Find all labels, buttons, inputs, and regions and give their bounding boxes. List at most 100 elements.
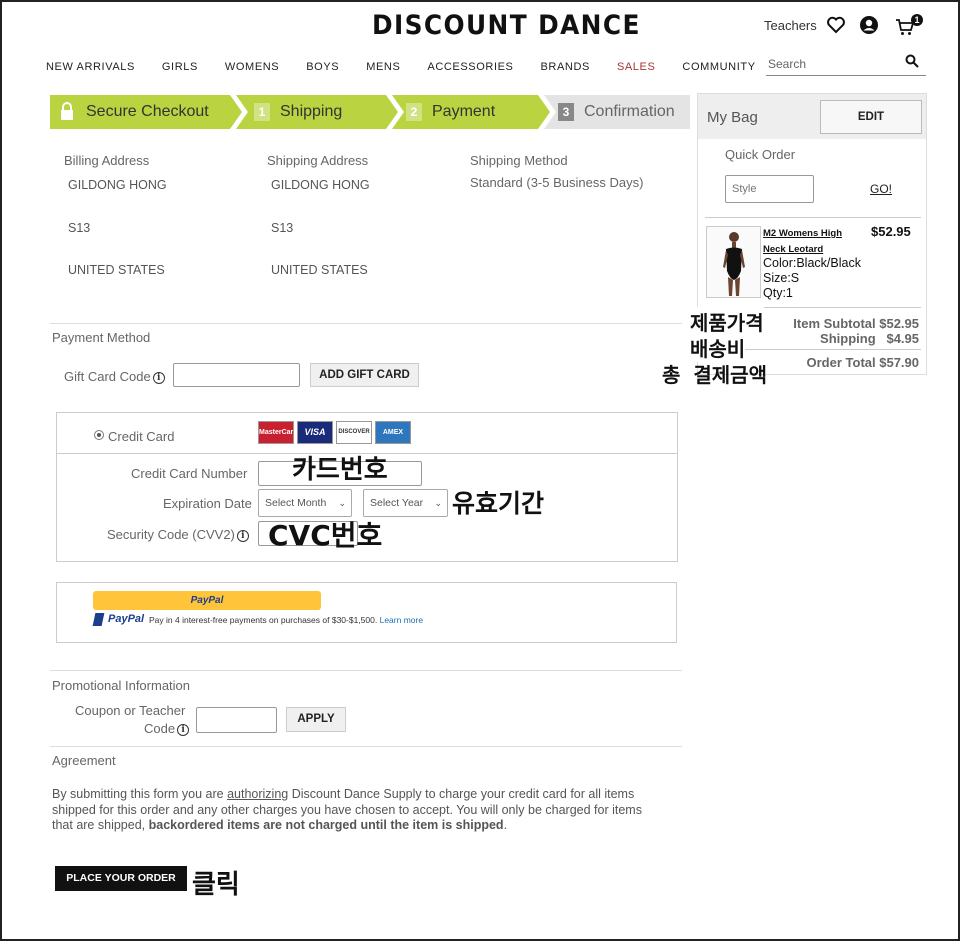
credit-card-label: Credit Card (108, 429, 175, 444)
nav-girls[interactable]: GIRLS (162, 61, 198, 73)
nav-new-arrivals[interactable]: NEW ARRIVALS (46, 61, 135, 73)
amex-logo: AMEX (375, 421, 411, 444)
agreement-text-end: . (503, 818, 508, 832)
quick-order-label: Quick Order (725, 147, 796, 162)
apply-button[interactable]: APPLY (286, 707, 346, 732)
product-qty: Qty:1 (763, 286, 793, 300)
credit-card-radio[interactable] (94, 430, 104, 440)
annotation-shipping-fee: 배송비 (690, 333, 746, 362)
annotation-product-price: 제품가격 (690, 307, 764, 336)
expiration-label: Expiration Date (163, 496, 252, 511)
agreement-bold-text: backordered items are not charged until … (148, 818, 504, 832)
go-button[interactable]: GO! (870, 182, 892, 196)
agreement-text: By submitting this form you are authoriz… (52, 787, 664, 834)
style-input[interactable] (725, 175, 814, 203)
step-label: Confirmation (584, 103, 675, 120)
coupon-label-line2: Code i (144, 721, 190, 736)
authorizing-link[interactable]: authorizing (227, 787, 288, 801)
step-confirmation: 3 Confirmation (558, 95, 675, 129)
search-icon[interactable] (905, 54, 919, 68)
item-subtotal: Item Subtotal $52.95 (793, 316, 919, 331)
agreement-heading: Agreement (52, 753, 116, 768)
site-logo[interactable]: DISCOUNT DANCE (372, 10, 641, 41)
product-name-line1: M2 Womens High (763, 228, 842, 239)
product-thumbnail[interactable] (706, 226, 761, 298)
card-number-label: Credit Card Number (131, 466, 248, 481)
shipping-line: S13 (271, 221, 294, 235)
annotation-expiry: 유효기간 (452, 489, 545, 518)
step-secure-checkout: Secure Checkout (86, 95, 209, 129)
agreement-text-1: By submitting this form you are (52, 787, 228, 801)
annotation-card-number: 카드번호 (292, 455, 388, 485)
divider (705, 217, 921, 218)
shipping-name: GILDONG HONG (271, 178, 370, 192)
paypal-learn-more-link[interactable]: Learn more (380, 615, 423, 625)
nav-womens[interactable]: WOMENS (225, 61, 279, 73)
mastercard-logo: MasterCard (258, 421, 294, 444)
edit-bag-button[interactable]: EDIT (820, 100, 922, 134)
billing-country: UNITED STATES (68, 263, 165, 277)
billing-line: S13 (68, 221, 91, 235)
divider (50, 746, 682, 747)
step-shipping[interactable]: 1 Shipping (254, 95, 342, 129)
heart-icon[interactable] (826, 15, 846, 35)
place-order-button[interactable]: PLACE YOUR ORDER (55, 866, 187, 891)
nav-brands[interactable]: BRANDS (540, 61, 589, 73)
annotation-total-payment: 총 결제금액 (662, 363, 767, 387)
info-icon[interactable]: i (152, 372, 165, 384)
expiration-month-select[interactable]: Select Month ⌄ (258, 489, 352, 517)
step-label: Shipping (280, 103, 343, 120)
coupon-label-line2-text: Code (144, 721, 176, 736)
chevron-down-icon: ⌄ (434, 498, 442, 508)
nav-community[interactable]: COMMUNITY (682, 61, 755, 73)
nav-mens[interactable]: MENS (366, 61, 400, 73)
shipping-method-heading: Shipping Method (470, 153, 568, 168)
payment-method-heading: Payment Method (52, 330, 151, 345)
select-year-text: Select Year (370, 497, 424, 509)
divider (50, 670, 682, 671)
coupon-input[interactable] (196, 707, 277, 733)
teachers-link[interactable]: Teachers (764, 18, 817, 33)
step-payment[interactable]: 2 Payment (406, 95, 495, 129)
step-number: 2 (406, 103, 422, 121)
shipping-cost: Shipping $4.95 (820, 331, 919, 346)
my-bag-title: My Bag (707, 109, 758, 126)
nav-sales[interactable]: SALES (617, 61, 655, 73)
product-color: Color:Black/Black (763, 256, 861, 270)
lock-icon (61, 102, 73, 120)
step-label: Payment (432, 103, 496, 120)
shipping-country: UNITED STATES (271, 263, 368, 277)
paypal-brand: PayPal (108, 613, 145, 625)
step-secure-label: Secure Checkout (86, 103, 209, 120)
account-icon[interactable] (859, 15, 879, 35)
nav-accessories[interactable]: ACCESSORIES (427, 61, 513, 73)
billing-name: GILDONG HONG (68, 178, 167, 192)
main-nav: NEW ARRIVALS GIRLS WOMENS BOYS MENS ACCE… (46, 61, 783, 73)
security-code-label-text: Security Code (CVV2) (107, 527, 235, 542)
product-price: $52.95 (871, 224, 911, 239)
divider (50, 323, 682, 324)
order-total: Order Total $57.90 (806, 355, 919, 370)
paypal-message: Pay in 4 interest-free payments on purch… (149, 615, 423, 625)
discover-logo: DISCOVER (336, 421, 372, 444)
paypal-message-text: Pay in 4 interest-free payments on purch… (149, 615, 378, 625)
info-icon[interactable]: i (236, 530, 249, 542)
info-icon[interactable]: i (177, 724, 190, 736)
product-name-link[interactable]: M2 Womens High Neck Leotard (763, 226, 842, 258)
product-details: Color:Black/Black Size:S Qty:1 (763, 256, 861, 301)
shipping-address-heading: Shipping Address (267, 153, 369, 168)
search-input[interactable]: Search (766, 52, 926, 76)
billing-address-heading: Billing Address (64, 153, 150, 168)
paypal-button[interactable]: PayPal (93, 591, 321, 610)
security-code-label: Security Code (CVV2) i (107, 527, 249, 542)
leotard-image (723, 232, 745, 296)
visa-logo: VISA (297, 421, 333, 444)
promo-heading: Promotional Information (52, 678, 191, 693)
nav-boys[interactable]: BOYS (306, 61, 339, 73)
cart-count-badge: 1 (911, 14, 923, 26)
step-number: 3 (558, 103, 574, 121)
gift-card-label-text: Gift Card Code (64, 369, 151, 384)
gift-card-input[interactable] (173, 363, 300, 387)
expiration-year-select[interactable]: Select Year ⌄ (363, 489, 448, 517)
add-gift-card-button[interactable]: ADD GIFT CARD (310, 363, 419, 387)
